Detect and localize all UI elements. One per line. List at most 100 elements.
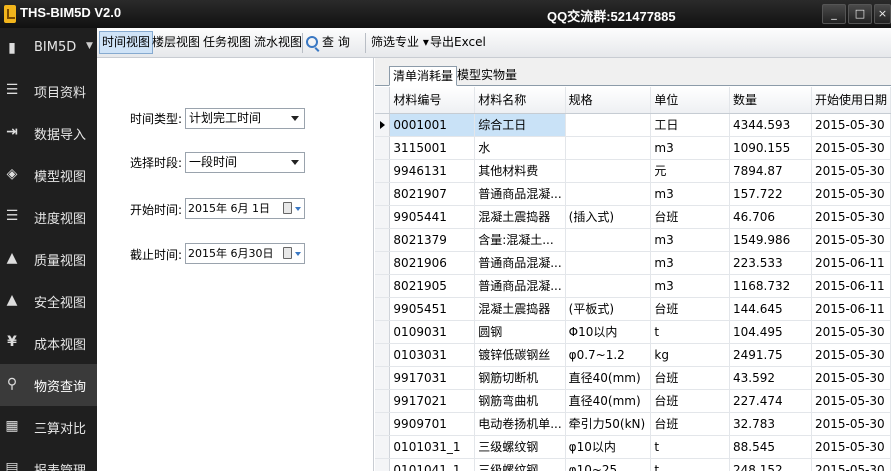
table-cell[interactable]: 8021907: [389, 182, 476, 206]
row-indicator[interactable]: [375, 136, 391, 160]
tab-flow-view[interactable]: 流水视图: [254, 31, 302, 54]
table-cell[interactable]: φ10~25: [565, 458, 652, 471]
chevron-down-icon[interactable]: [295, 252, 301, 256]
table-row[interactable]: 0103031 镀锌低碳钢丝 φ0.7~1.2 kg 2491.75 2015-05-30: [375, 343, 891, 367]
row-indicator[interactable]: [375, 412, 391, 436]
table-cell[interactable]: 43.592: [729, 366, 812, 390]
table-cell[interactable]: 223.533: [729, 251, 812, 275]
sidebar-item[interactable]: ☰ 项目资料: [0, 70, 97, 112]
table-cell[interactable]: 9917021: [389, 389, 476, 413]
table-row[interactable]: 0001001 综合工日 工日 4344.593 2015-05-30: [375, 113, 891, 137]
end-date-picker[interactable]: 2015年 6月30日: [185, 243, 305, 264]
sidebar-item[interactable]: ▤ 报表管理: [0, 448, 97, 471]
table-cell[interactable]: 普通商品混凝...: [474, 251, 566, 275]
row-indicator[interactable]: [375, 228, 391, 252]
table-cell[interactable]: 0001001: [389, 113, 476, 137]
table-row[interactable]: 9917031 钢筋切断机 直径40(mm) 台班 43.592 2015-05-30: [375, 366, 891, 390]
column-header-name[interactable]: 材料名称: [474, 87, 566, 114]
sidebar-item[interactable]: ▦ 三算对比: [0, 406, 97, 448]
table-cell[interactable]: 2015-05-30: [811, 205, 891, 229]
row-indicator[interactable]: [375, 320, 391, 344]
search-button[interactable]: 查 询: [322, 31, 350, 54]
table-cell[interactable]: 2015-05-30: [811, 136, 891, 160]
row-indicator[interactable]: [375, 458, 391, 471]
column-header-unit[interactable]: 单位: [650, 87, 730, 114]
table-cell[interactable]: t: [650, 435, 730, 459]
table-row[interactable]: 0109031 圆钢 Φ10以内 t 104.495 2015-05-30: [375, 320, 891, 344]
period-select[interactable]: 一段时间: [185, 152, 305, 173]
row-indicator[interactable]: [375, 366, 391, 390]
table-cell[interactable]: 电动卷扬机单...: [474, 412, 566, 436]
table-cell[interactable]: 2015-06-11: [811, 251, 891, 275]
table-cell[interactable]: 2015-05-30: [811, 366, 891, 390]
table-row[interactable]: 0101031_1 三级螺纹钢 φ10以内 t 88.545 2015-05-30: [375, 435, 891, 459]
table-cell[interactable]: 圆钢: [474, 320, 566, 344]
table-cell[interactable]: 9905441: [389, 205, 476, 229]
table-cell[interactable]: 144.645: [729, 297, 812, 321]
table-cell[interactable]: 直径40(mm): [565, 389, 652, 413]
table-row[interactable]: 9905451 混凝土震捣器 (平板式) 台班 144.645 2015-06-11: [375, 297, 891, 321]
table-row[interactable]: 8021906 普通商品混凝... m3 223.533 2015-06-11: [375, 251, 891, 275]
table-cell[interactable]: 其他材料费: [474, 159, 566, 183]
sidebar-item[interactable]: ◈ 模型视图: [0, 154, 97, 196]
table-cell[interactable]: 镀锌低碳钢丝: [474, 343, 566, 367]
row-indicator[interactable]: [375, 182, 391, 206]
table-row[interactable]: 8021905 普通商品混凝... m3 1168.732 2015-06-11: [375, 274, 891, 298]
table-cell[interactable]: 元: [650, 159, 730, 183]
table-cell[interactable]: m3: [650, 182, 730, 206]
table-cell[interactable]: 综合工日: [474, 113, 566, 137]
table-cell[interactable]: 0101031_1: [389, 435, 476, 459]
time-type-select[interactable]: 计划完工时间: [185, 108, 305, 129]
table-cell[interactable]: 牵引力50(kN): [565, 412, 652, 436]
table-cell[interactable]: 9905451: [389, 297, 476, 321]
column-header-code[interactable]: 材料编号: [389, 87, 476, 114]
table-cell[interactable]: t: [650, 320, 730, 344]
table-cell[interactable]: (插入式): [565, 205, 652, 229]
calendar-icon[interactable]: [283, 247, 292, 259]
filter-discipline-dropdown[interactable]: 筛选专业 ▾: [371, 31, 429, 54]
table-cell[interactable]: m3: [650, 228, 730, 252]
calendar-icon[interactable]: [283, 202, 292, 214]
chevron-down-icon[interactable]: [295, 207, 301, 211]
table-cell[interactable]: 104.495: [729, 320, 812, 344]
table-cell[interactable]: 2015-05-30: [811, 435, 891, 459]
table-row[interactable]: 8021379 含量:混凝土... m3 1549.986 2015-05-30: [375, 228, 891, 252]
table-cell[interactable]: [565, 228, 652, 252]
sidebar-item[interactable]: ▲ 质量视图: [0, 238, 97, 280]
table-cell[interactable]: 2015-05-30: [811, 159, 891, 183]
table-cell[interactable]: 混凝土震捣器: [474, 297, 566, 321]
table-cell[interactable]: 含量:混凝土...: [474, 228, 566, 252]
table-cell[interactable]: 2015-05-30: [811, 228, 891, 252]
table-cell[interactable]: 32.783: [729, 412, 812, 436]
tab-floor-view[interactable]: 楼层视图: [152, 31, 200, 54]
table-cell[interactable]: m3: [650, 274, 730, 298]
table-cell[interactable]: 1549.986: [729, 228, 812, 252]
table-cell[interactable]: 2015-06-11: [811, 297, 891, 321]
table-cell[interactable]: kg: [650, 343, 730, 367]
chevron-down-icon[interactable]: ▼: [86, 41, 93, 51]
table-cell[interactable]: 227.474: [729, 389, 812, 413]
table-cell[interactable]: 2015-05-30: [811, 412, 891, 436]
table-cell[interactable]: 混凝土震捣器: [474, 205, 566, 229]
table-cell[interactable]: 台班: [650, 297, 730, 321]
table-cell[interactable]: 3115001: [389, 136, 476, 160]
table-cell[interactable]: 1168.732: [729, 274, 812, 298]
table-row[interactable]: 9909701 电动卷扬机单... 牵引力50(kN) 台班 32.783 2015-05…: [375, 412, 891, 436]
table-cell[interactable]: 0109031: [389, 320, 476, 344]
table-cell[interactable]: 8021905: [389, 274, 476, 298]
table-cell[interactable]: m3: [650, 251, 730, 275]
start-date-picker[interactable]: 2015年 6月 1日: [185, 198, 305, 219]
table-cell[interactable]: 2491.75: [729, 343, 812, 367]
sidebar-item[interactable]: ▲ 安全视图: [0, 280, 97, 322]
table-cell[interactable]: 2015-06-11: [811, 274, 891, 298]
table-cell[interactable]: [565, 159, 652, 183]
table-cell[interactable]: 8021906: [389, 251, 476, 275]
table-cell[interactable]: 2015-05-30: [811, 113, 891, 137]
row-indicator[interactable]: [375, 159, 391, 183]
sidebar-item[interactable]: ⚲ 物资查询: [0, 364, 97, 406]
row-indicator[interactable]: [375, 343, 391, 367]
table-cell[interactable]: 2015-05-30: [811, 343, 891, 367]
row-indicator[interactable]: [375, 251, 391, 275]
sidebar-item[interactable]: ⇥ 数据导入: [0, 112, 97, 154]
table-cell[interactable]: 三级螺纹钢: [474, 458, 566, 471]
